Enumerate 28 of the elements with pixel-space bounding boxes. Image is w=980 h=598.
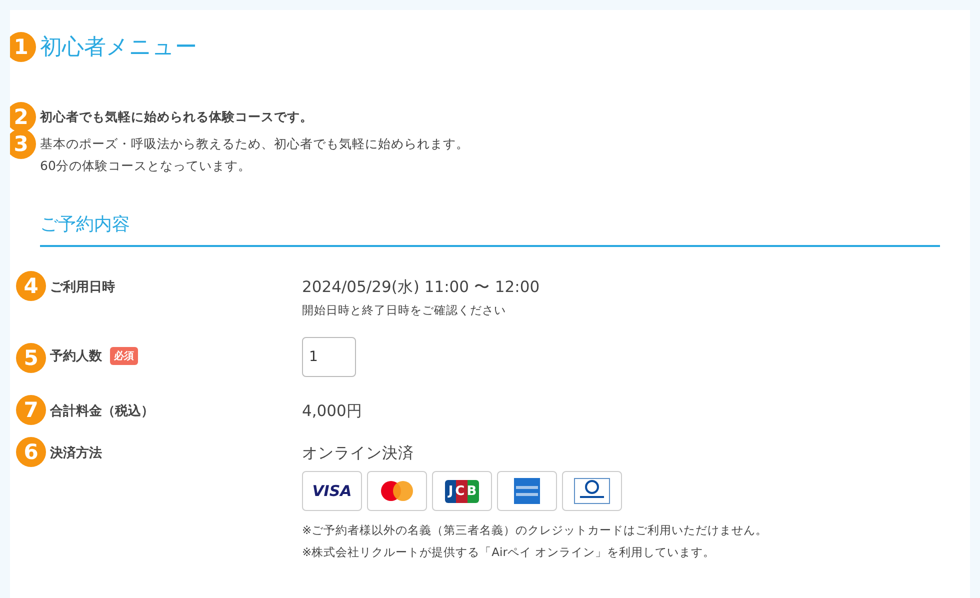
number-marker: 5 (16, 343, 46, 373)
lead-text: 初心者でも気軽に始められる体験コースです。 (40, 108, 314, 126)
page-title: 初心者メニュー (40, 34, 198, 62)
number-marker: 6 (16, 437, 46, 467)
field-label: ご利用日時 (50, 279, 115, 296)
field-value: 2024/05/29(水) 11:00 〜 12:00 (302, 277, 541, 298)
number-marker: 2 (10, 102, 36, 132)
field-value: オンライン決済 (302, 443, 415, 464)
circles-icon (380, 480, 414, 502)
number-marker: 3 (10, 129, 36, 159)
field-note: 開始日時と終了日時をご確認ください (302, 302, 507, 319)
square-logo-icon (514, 478, 540, 504)
required-badge: 必須 (110, 347, 138, 365)
number-marker: 7 (16, 395, 46, 425)
section-title: ご予約内容 (40, 213, 940, 247)
number-input[interactable]: 1 (302, 337, 356, 377)
visa-card: VISA (302, 471, 362, 511)
description-text: 60分の体験コースとなっています。 (40, 157, 252, 175)
field-value: 4,000円 (302, 401, 364, 422)
circle-logo-icon (574, 478, 610, 504)
field-label: 合計料金（税込） (50, 402, 154, 420)
payment-note: ※株式会社リクルートが提供する「Airペイ オンライン」を利用しています。 (302, 544, 716, 561)
field-label: 予約人数 (50, 348, 102, 365)
description-text: 基本のポーズ・呼吸法から教えるため、初心者でも気軽に始められます。 (40, 135, 470, 153)
number-marker: 4 (16, 271, 46, 301)
payment-note: ※ご予約者様以外の名義（第三者名義）のクレジットカードはご利用いただけません。 (302, 522, 769, 539)
number-marker: 1 (10, 32, 36, 62)
field-label: 決済方法 (50, 444, 102, 462)
